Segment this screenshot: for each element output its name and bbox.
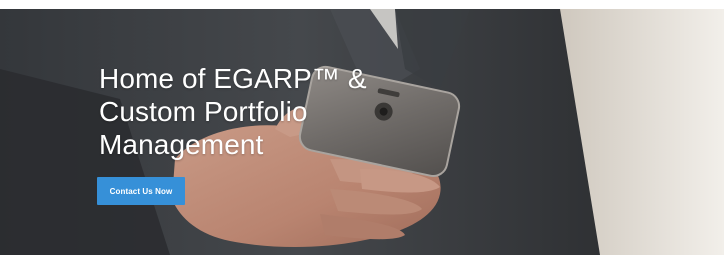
- hero-headline-line-3: Management: [99, 129, 264, 160]
- hero-headline-line-1: Home of EGARP™ &: [99, 63, 367, 94]
- hero-banner: Home of EGARP™ & Custom Portfolio Manage…: [0, 0, 724, 255]
- contact-us-button[interactable]: Contact Us Now: [97, 177, 185, 205]
- hero-headline-line-2: Custom Portfolio: [99, 96, 308, 127]
- hero-headline: Home of EGARP™ & Custom Portfolio Manage…: [99, 62, 429, 161]
